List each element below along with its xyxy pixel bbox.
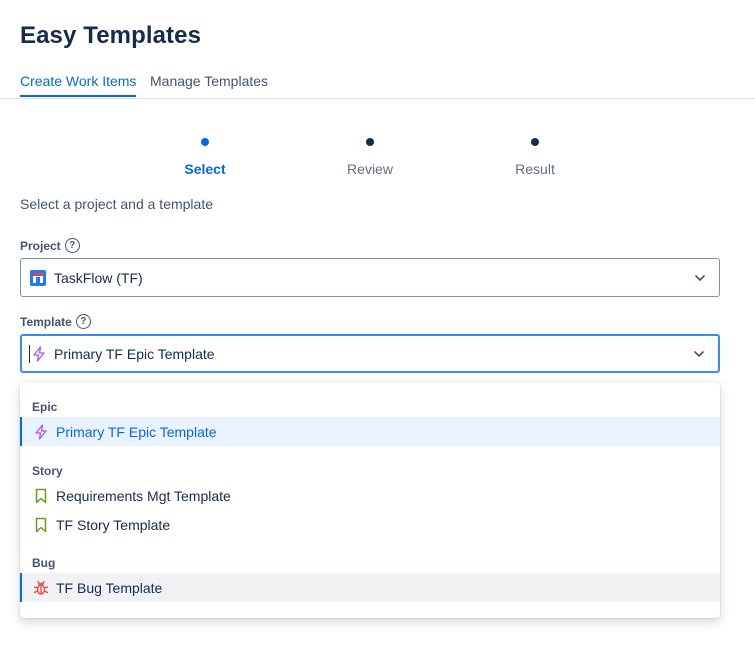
chevron-down-icon: [694, 350, 704, 357]
step-indicator-dot: [201, 138, 209, 146]
tab-manage-templates[interactable]: Manage Templates: [150, 71, 268, 97]
step-review: Review: [310, 136, 430, 178]
step-indicator-dot: [366, 138, 374, 146]
project-select-value: TaskFlow (TF): [54, 269, 143, 286]
step-result: Result: [475, 136, 595, 178]
form-instructions: Select a project and a template: [20, 196, 214, 212]
option-label: TF Story Template: [56, 516, 171, 533]
project-avatar-icon: [30, 269, 46, 286]
epic-lightning-icon: [35, 423, 47, 440]
step-select: Select: [145, 136, 265, 178]
template-select[interactable]: Primary TF Epic Template: [20, 334, 720, 373]
bug-icon: [33, 580, 49, 595]
template-select-value: Primary TF Epic Template: [54, 345, 215, 362]
option-label: TF Bug Template: [56, 579, 163, 596]
help-icon[interactable]: ?: [75, 314, 91, 329]
option-label: Requirements Mgt Template: [56, 487, 231, 504]
project-select[interactable]: TaskFlow (TF): [20, 258, 720, 297]
text-cursor: [29, 344, 30, 363]
step-label: Select: [184, 161, 226, 177]
chevron-down-icon: [695, 274, 705, 281]
template-label-text: Template: [20, 314, 72, 329]
group-heading-epic: Epic: [32, 400, 58, 414]
epic-lightning-icon: [33, 345, 45, 362]
story-bookmark-icon: [35, 488, 47, 503]
tab-bar: Create Work Items Manage Templates: [0, 71, 755, 99]
page-title: Easy Templates: [20, 22, 202, 49]
help-icon[interactable]: ?: [64, 238, 80, 253]
option-tf-story-template[interactable]: TF Story Template: [20, 510, 720, 539]
option-requirements-mgt-template[interactable]: Requirements Mgt Template: [20, 481, 720, 510]
story-bookmark-icon: [35, 517, 47, 532]
group-heading-bug: Bug: [32, 556, 56, 570]
template-dropdown-menu: Epic Primary TF Epic Template Story Requ…: [20, 382, 720, 618]
step-indicator-dot: [531, 138, 539, 146]
project-label-text: Project: [20, 238, 61, 253]
option-primary-tf-epic-template[interactable]: Primary TF Epic Template: [20, 417, 720, 446]
option-label: Primary TF Epic Template: [56, 423, 217, 440]
group-heading-story: Story: [32, 464, 63, 478]
step-label: Result: [515, 161, 555, 177]
tab-create-work-items[interactable]: Create Work Items: [20, 71, 137, 97]
project-field-label: Project ?: [20, 238, 80, 253]
option-tf-bug-template[interactable]: TF Bug Template: [20, 573, 720, 602]
step-label: Review: [347, 161, 393, 177]
template-field-label: Template ?: [20, 314, 91, 329]
